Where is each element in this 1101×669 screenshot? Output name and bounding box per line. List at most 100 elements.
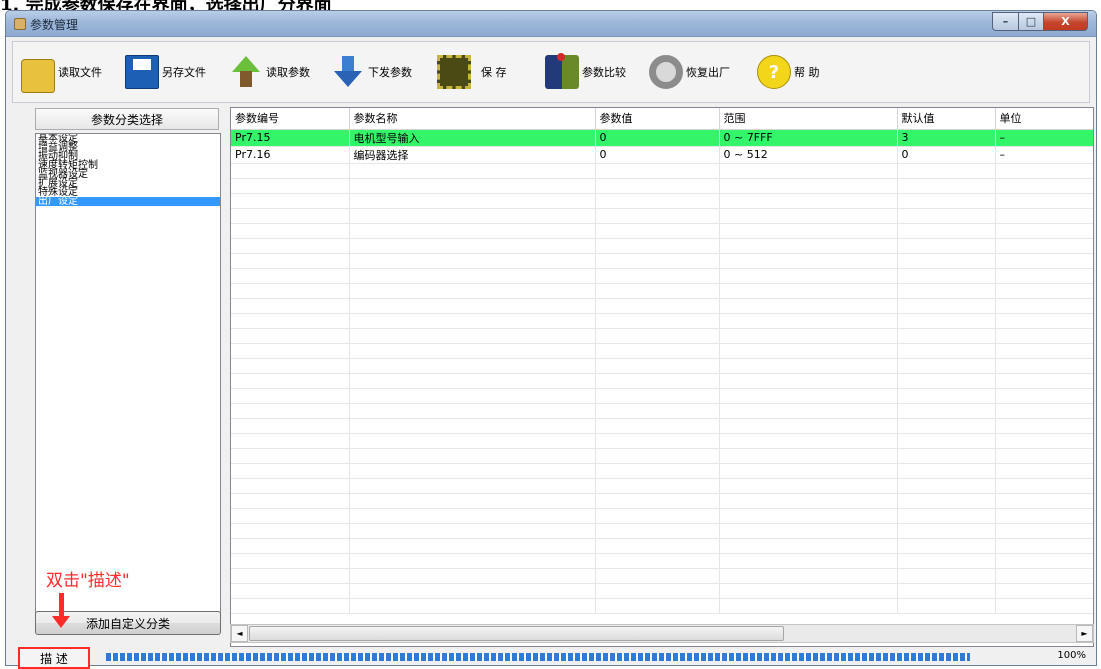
- table-cell[interactable]: 0 ~ 7FFF: [719, 129, 898, 147]
- empty-table-cell: [349, 208, 596, 224]
- empty-table-cell: [995, 208, 1093, 224]
- table-cell[interactable]: Pr7.16: [231, 146, 350, 164]
- empty-table-cell: [349, 373, 596, 389]
- empty-table-cell: [897, 433, 996, 449]
- table-row[interactable]: Pr7.15 电机型号输入 0 0 ~ 7FFF 3 –: [231, 129, 1093, 147]
- empty-table-cell: [995, 478, 1093, 494]
- empty-table-row: [231, 343, 1093, 359]
- scroll-right-icon[interactable]: ►: [1076, 625, 1093, 642]
- scroll-thumb[interactable]: [249, 626, 784, 641]
- description-button[interactable]: 描 述: [18, 647, 90, 669]
- empty-table-cell: [349, 388, 596, 404]
- parameter-table[interactable]: 参数编号 参数名称 参数值 范围 默认值 单位 Pr7.15 电机型号输入 0 …: [230, 107, 1094, 647]
- empty-table-cell: [231, 193, 350, 209]
- empty-table-cell: [231, 313, 350, 329]
- empty-table-cell: [897, 343, 996, 359]
- empty-table-cell: [595, 328, 720, 344]
- empty-table-cell: [719, 598, 898, 614]
- table-header-row: 参数编号 参数名称 参数值 范围 默认值 单位: [231, 108, 1093, 130]
- empty-table-cell: [995, 253, 1093, 269]
- empty-table-row: [231, 598, 1093, 614]
- table-row[interactable]: Pr7.16 编码器选择 0 0 ~ 512 0 –: [231, 146, 1093, 164]
- empty-table-cell: [595, 193, 720, 209]
- compare-button[interactable]: 参数比较: [545, 52, 626, 92]
- empty-table-cell: [719, 523, 898, 539]
- read-file-label: 读取文件: [58, 66, 102, 79]
- empty-table-cell: [897, 313, 996, 329]
- empty-table-cell: [719, 193, 898, 209]
- empty-table-cell: [897, 463, 996, 479]
- table-cell[interactable]: Pr7.15: [231, 129, 350, 147]
- column-header[interactable]: 范围: [719, 108, 898, 130]
- empty-table-cell: [231, 253, 350, 269]
- table-cell[interactable]: 0: [595, 146, 720, 164]
- gear-icon: [649, 55, 683, 89]
- empty-table-cell: [719, 223, 898, 239]
- restore-defaults-label: 恢复出厂: [686, 66, 730, 79]
- table-cell[interactable]: 编码器选择: [349, 146, 596, 164]
- empty-table-cell: [897, 208, 996, 224]
- empty-table-cell: [897, 403, 996, 419]
- parameter-manager-window: 参数管理 – □ X 读取文件 另存文件 读取参数 下发参数 保 存 参数比较 …: [5, 10, 1097, 669]
- read-params-button[interactable]: 读取参数: [229, 52, 310, 92]
- horizontal-scrollbar[interactable]: ◄ ►: [230, 624, 1094, 643]
- empty-table-cell: [719, 463, 898, 479]
- empty-table-row: [231, 418, 1093, 434]
- table-cell[interactable]: 3: [897, 129, 996, 147]
- table-cell[interactable]: –: [995, 129, 1093, 147]
- send-params-button[interactable]: 下发参数: [331, 52, 412, 92]
- scroll-left-icon[interactable]: ◄: [231, 625, 248, 642]
- category-list[interactable]: 基本设定 增益调整 振动抑制 速度转矩控制 监视器设定 扩展设定 特殊设定 出厂…: [35, 133, 221, 615]
- empty-table-cell: [719, 418, 898, 434]
- table-cell[interactable]: 0 ~ 512: [719, 146, 898, 164]
- save-button[interactable]: 保 存: [437, 52, 507, 92]
- read-file-button[interactable]: 读取文件: [21, 52, 102, 93]
- table-cell[interactable]: 0: [595, 129, 720, 147]
- empty-table-cell: [719, 268, 898, 284]
- help-button[interactable]: ? 帮 助: [757, 52, 820, 92]
- empty-table-row: [231, 478, 1093, 494]
- column-header[interactable]: 参数编号: [231, 108, 350, 130]
- empty-table-row: [231, 313, 1093, 329]
- empty-table-cell: [719, 283, 898, 299]
- empty-table-row: [231, 553, 1093, 569]
- column-header[interactable]: 参数值: [595, 108, 720, 130]
- table-cell[interactable]: –: [995, 146, 1093, 164]
- empty-table-cell: [231, 268, 350, 284]
- table-cell[interactable]: 0: [897, 146, 996, 164]
- empty-table-cell: [897, 598, 996, 614]
- help-icon: ?: [757, 55, 791, 89]
- empty-table-cell: [995, 583, 1093, 599]
- maximize-button[interactable]: □: [1018, 12, 1044, 31]
- empty-table-cell: [897, 553, 996, 569]
- down-arrow-icon: [331, 55, 365, 89]
- empty-table-cell: [995, 163, 1093, 179]
- empty-table-row: [231, 583, 1093, 599]
- empty-table-cell: [897, 418, 996, 434]
- restore-defaults-button[interactable]: 恢复出厂: [649, 52, 730, 92]
- empty-table-cell: [231, 568, 350, 584]
- empty-table-cell: [897, 238, 996, 254]
- table-cell[interactable]: 电机型号输入: [349, 129, 596, 147]
- empty-table-cell: [719, 568, 898, 584]
- empty-table-cell: [595, 553, 720, 569]
- empty-table-cell: [595, 238, 720, 254]
- empty-table-cell: [231, 223, 350, 239]
- category-item-selected[interactable]: 出厂设定: [36, 197, 220, 207]
- minimize-button[interactable]: –: [992, 12, 1018, 31]
- empty-table-cell: [349, 163, 596, 179]
- title-bar[interactable]: 参数管理 – □ X: [6, 11, 1096, 37]
- column-header[interactable]: 默认值: [897, 108, 996, 130]
- column-header[interactable]: 参数名称: [349, 108, 596, 130]
- progress-percent: 100%: [1057, 650, 1086, 661]
- empty-table-row: [231, 508, 1093, 524]
- empty-table-cell: [897, 493, 996, 509]
- close-button[interactable]: X: [1044, 12, 1088, 31]
- column-header[interactable]: 单位: [995, 108, 1093, 130]
- empty-table-cell: [349, 568, 596, 584]
- empty-table-cell: [349, 598, 596, 614]
- save-as-button[interactable]: 另存文件: [125, 52, 206, 92]
- empty-table-cell: [897, 448, 996, 464]
- empty-table-cell: [595, 538, 720, 554]
- empty-table-cell: [349, 313, 596, 329]
